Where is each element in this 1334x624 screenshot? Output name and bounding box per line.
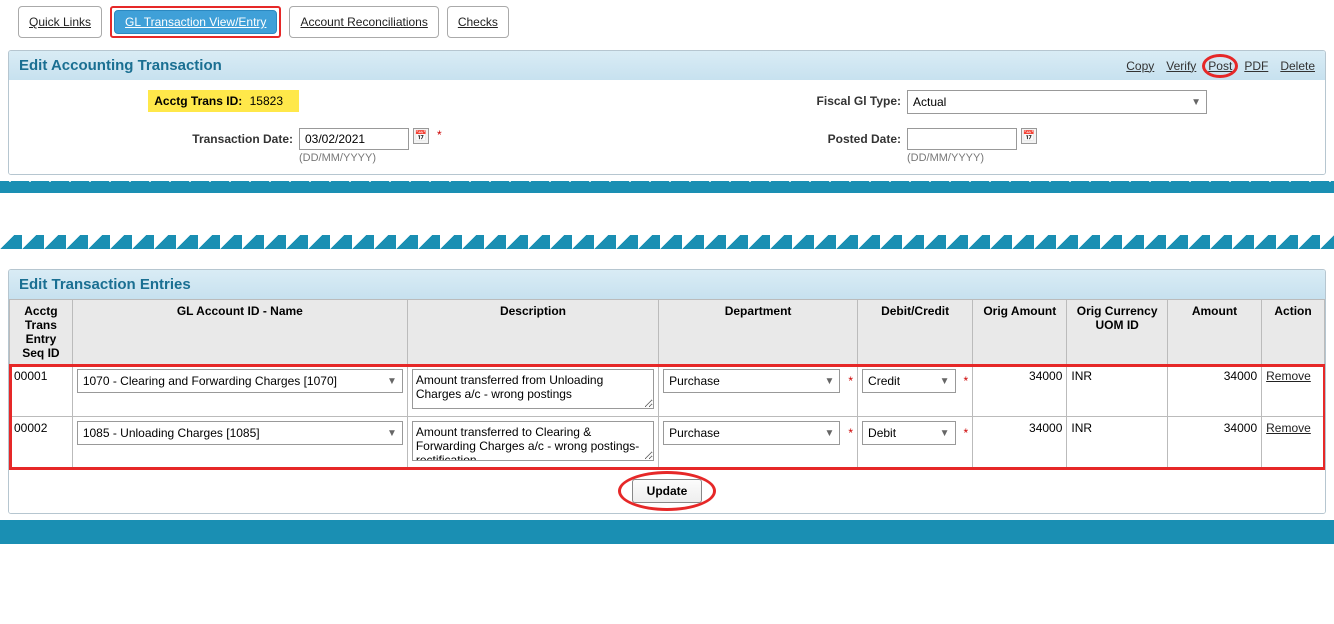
seq-value: 00001 xyxy=(10,365,73,417)
acctg-trans-id-value: 15823 xyxy=(250,94,283,108)
department-value: Purchase xyxy=(669,426,720,440)
table-row: 00001 1070 - Clearing and Forwarding Cha… xyxy=(10,365,1325,417)
action-post[interactable]: Post xyxy=(1208,59,1232,73)
action-copy[interactable]: Copy xyxy=(1126,59,1154,73)
amount-value: 34000 xyxy=(1167,365,1261,417)
debit-credit-value: Credit xyxy=(868,374,900,388)
required-marker: * xyxy=(964,374,969,388)
calendar-icon[interactable]: 📅 xyxy=(1021,128,1037,144)
entries-table: Acctg Trans Entry Seq ID GL Account ID -… xyxy=(9,299,1325,469)
orig-amount-value: 34000 xyxy=(973,417,1067,469)
calendar-icon[interactable]: 📅 xyxy=(413,128,429,144)
chevron-down-icon: ▼ xyxy=(940,376,950,387)
col-dc: Debit/Credit xyxy=(858,300,973,365)
fiscal-gl-type-select[interactable]: Actual ▼ xyxy=(907,90,1207,114)
panel-title: Edit Accounting Transaction xyxy=(19,57,222,74)
acctg-trans-id-field: Acctg Trans ID: 15823 xyxy=(148,90,299,112)
tab-gl-transaction-view[interactable]: GL Transaction View/Entry xyxy=(114,10,277,34)
remove-link[interactable]: Remove xyxy=(1266,421,1311,435)
tab-quick-links[interactable]: Quick Links xyxy=(18,6,102,38)
required-marker: * xyxy=(848,426,853,440)
debit-credit-select[interactable]: Debit ▼ xyxy=(862,421,955,445)
action-verify[interactable]: Verify xyxy=(1166,59,1196,73)
col-seq: Acctg Trans Entry Seq ID xyxy=(10,300,73,365)
col-dept: Department xyxy=(659,300,858,365)
chevron-down-icon: ▼ xyxy=(1191,97,1201,108)
action-pdf[interactable]: PDF xyxy=(1244,59,1268,73)
description-input[interactable] xyxy=(412,421,654,461)
top-tabs: Quick Links GL Transaction View/Entry Ac… xyxy=(8,0,1326,44)
gl-account-select[interactable]: 1070 - Clearing and Forwarding Charges [… xyxy=(77,369,403,393)
chevron-down-icon: ▼ xyxy=(387,428,397,439)
col-desc: Description xyxy=(407,300,658,365)
col-amount: Amount xyxy=(1167,300,1261,365)
orig-currency-value: INR xyxy=(1067,365,1168,417)
chevron-down-icon: ▼ xyxy=(387,376,397,387)
col-orig-currency: Orig Currency UOM ID xyxy=(1067,300,1168,365)
amount-value: 34000 xyxy=(1167,417,1261,469)
remove-link[interactable]: Remove xyxy=(1266,369,1311,383)
tab-account-reconciliations[interactable]: Account Reconciliations xyxy=(289,6,438,38)
entries-highlight: 00001 1070 - Clearing and Forwarding Cha… xyxy=(10,365,1325,469)
acctg-trans-id-label: Acctg Trans ID: xyxy=(154,94,242,108)
department-select[interactable]: Purchase ▼ xyxy=(663,369,840,393)
description-input[interactable] xyxy=(412,369,654,409)
action-delete[interactable]: Delete xyxy=(1280,59,1315,73)
department-select[interactable]: Purchase ▼ xyxy=(663,421,840,445)
orig-amount-value: 34000 xyxy=(973,365,1067,417)
gl-account-value: 1085 - Unloading Charges [1085] xyxy=(83,426,260,440)
fiscal-gl-type-value: Actual xyxy=(913,95,946,109)
debit-credit-value: Debit xyxy=(868,426,896,440)
chevron-down-icon: ▼ xyxy=(940,428,950,439)
date-format-hint: (DD/MM/YYYY) xyxy=(299,152,707,164)
gl-account-value: 1070 - Clearing and Forwarding Charges [… xyxy=(83,374,337,388)
torn-edge-decoration xyxy=(0,235,1334,263)
panel-actions: Copy Verify Post PDF Delete xyxy=(1126,59,1315,73)
orig-currency-value: INR xyxy=(1067,417,1168,469)
col-orig-amount: Orig Amount xyxy=(973,300,1067,365)
department-value: Purchase xyxy=(669,374,720,388)
tab-checks[interactable]: Checks xyxy=(447,6,509,38)
transaction-date-input[interactable] xyxy=(299,128,409,150)
fiscal-gl-type-label: Fiscal Gl Type: xyxy=(707,90,907,108)
update-highlight: Update xyxy=(632,479,703,503)
posted-date-label: Posted Date: xyxy=(707,128,907,146)
col-gl: GL Account ID - Name xyxy=(72,300,407,365)
panel-edit-transaction-entries: Edit Transaction Entries Acctg Trans Ent… xyxy=(8,269,1326,514)
chevron-down-icon: ▼ xyxy=(824,428,834,439)
footer-bar xyxy=(0,520,1334,544)
seq-value: 00002 xyxy=(10,417,73,469)
gl-account-select[interactable]: 1085 - Unloading Charges [1085] ▼ xyxy=(77,421,403,445)
transaction-date-label: Transaction Date: xyxy=(19,128,299,146)
col-action: Action xyxy=(1262,300,1325,365)
panel-body: Acctg Trans ID: 15823 Fiscal Gl Type: Ac… xyxy=(9,80,1325,174)
panel-header: Edit Transaction Entries xyxy=(9,270,1325,299)
chevron-down-icon: ▼ xyxy=(824,376,834,387)
posted-date-input[interactable] xyxy=(907,128,1017,150)
required-marker: * xyxy=(848,374,853,388)
update-button[interactable]: Update xyxy=(632,479,703,503)
debit-credit-select[interactable]: Credit ▼ xyxy=(862,369,955,393)
torn-edge-decoration xyxy=(0,181,1334,205)
required-marker: * xyxy=(437,128,442,142)
highlight-gl-tab: GL Transaction View/Entry xyxy=(110,6,281,38)
panel-edit-accounting-transaction: Edit Accounting Transaction Copy Verify … xyxy=(8,50,1326,175)
table-row: 00002 1085 - Unloading Charges [1085] ▼ … xyxy=(10,417,1325,469)
panel-body: Acctg Trans Entry Seq ID GL Account ID -… xyxy=(9,299,1325,513)
required-marker: * xyxy=(964,426,969,440)
panel-title: Edit Transaction Entries xyxy=(19,276,191,293)
panel-header: Edit Accounting Transaction Copy Verify … xyxy=(9,51,1325,80)
date-format-hint: (DD/MM/YYYY) xyxy=(907,152,1315,164)
